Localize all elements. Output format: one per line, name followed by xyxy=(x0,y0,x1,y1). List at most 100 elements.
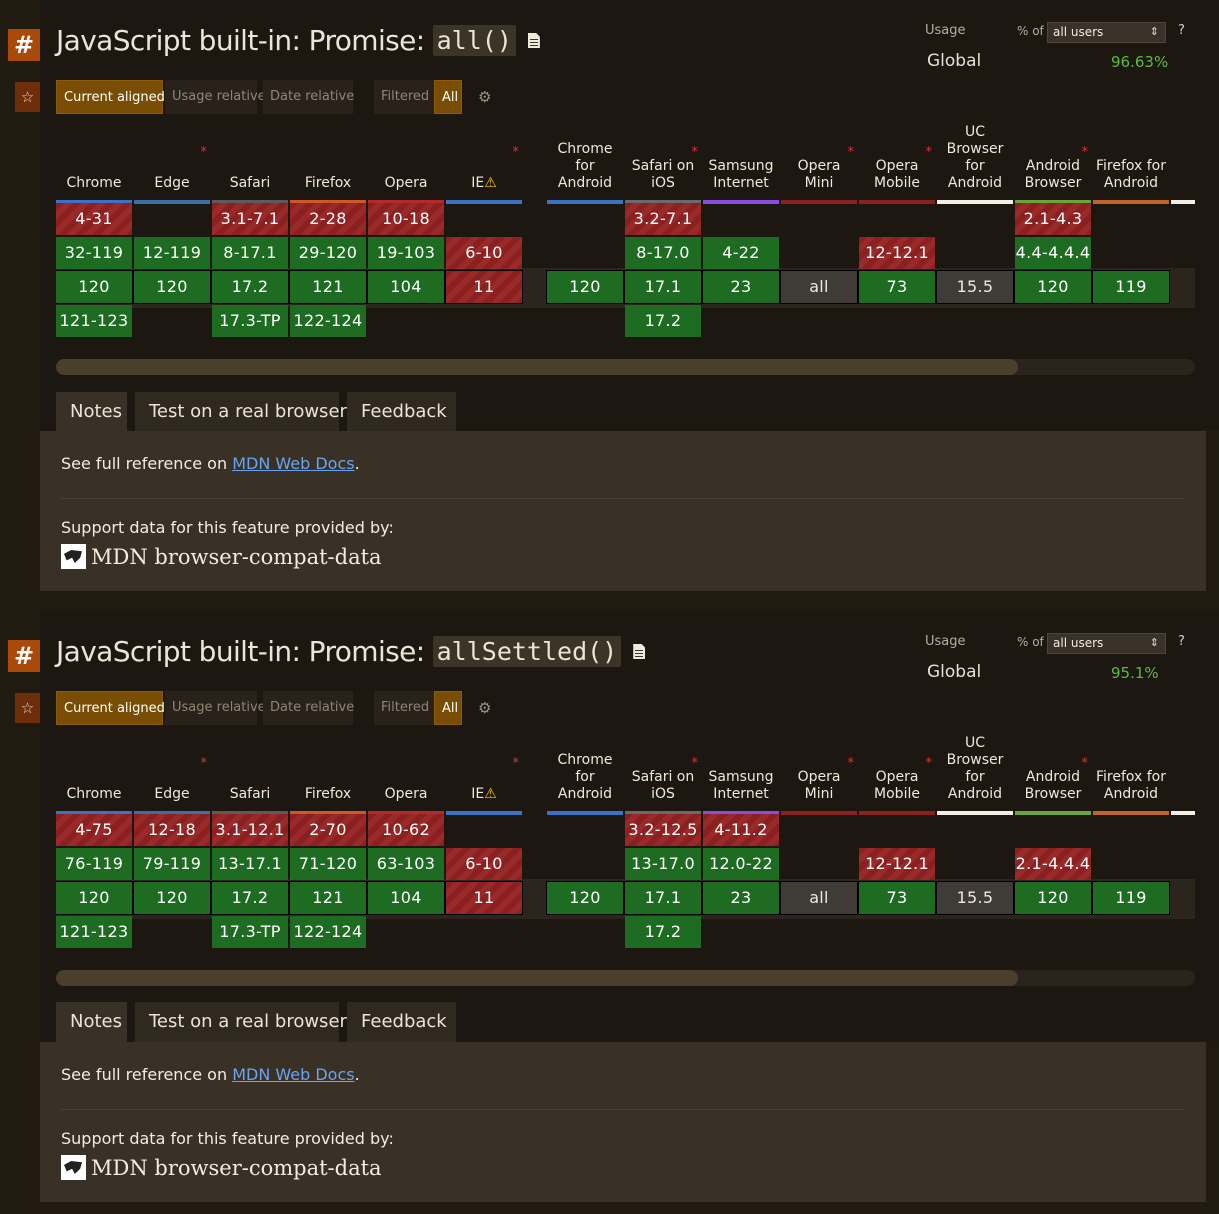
tab-test-real-browser[interactable]: Test on a real browser xyxy=(135,392,347,432)
support-cell[interactable]: 120 xyxy=(56,881,133,915)
support-cell[interactable]: 121-123 xyxy=(56,916,132,948)
support-cell[interactable]: 121-123 xyxy=(56,305,132,337)
support-cell[interactable]: 2-70 xyxy=(290,814,366,846)
support-cell[interactable]: 121 xyxy=(289,881,367,915)
tab-notes[interactable]: Notes xyxy=(56,1002,127,1042)
help-icon[interactable]: ? xyxy=(1178,634,1185,649)
filtered-button[interactable]: Filtered xyxy=(374,691,434,725)
support-cell[interactable]: 23 xyxy=(702,881,780,915)
support-cell[interactable]: all xyxy=(780,270,858,304)
support-cell[interactable]: 3.2-7.1 xyxy=(625,203,701,235)
support-cell[interactable]: 73 xyxy=(858,270,936,304)
support-cell[interactable]: 13-17.1 xyxy=(212,848,288,880)
support-cell[interactable]: 120 xyxy=(1014,881,1092,915)
support-cell[interactable]: 32-119 xyxy=(56,237,132,269)
support-cell[interactable]: 120 xyxy=(546,881,624,915)
filter-all-button[interactable]: All xyxy=(434,691,462,725)
anchor-link-button[interactable]: # xyxy=(8,29,40,61)
support-cell[interactable]: 17.3-TP xyxy=(212,916,288,948)
settings-gear-icon[interactable]: ⚙ xyxy=(478,89,494,105)
support-cell[interactable]: 17.1 xyxy=(624,270,702,304)
view-current-aligned-button[interactable]: Current aligned xyxy=(56,691,165,725)
support-cell[interactable]: 2.1-4.3 xyxy=(1015,203,1091,235)
support-cell[interactable]: 19-103 xyxy=(368,237,444,269)
support-cell[interactable]: 120 xyxy=(133,270,211,304)
scrollbar-thumb[interactable] xyxy=(56,970,1018,986)
support-cell[interactable]: 10-18 xyxy=(368,203,444,235)
star-icon[interactable]: ☆ xyxy=(15,82,40,112)
users-select[interactable]: all users xyxy=(1047,22,1166,43)
users-select[interactable]: all users xyxy=(1047,633,1166,654)
support-cell[interactable]: 79-119 xyxy=(134,848,210,880)
support-cell[interactable]: 71-120 xyxy=(290,848,366,880)
support-cell[interactable]: 6-10 xyxy=(446,237,522,269)
support-cell[interactable]: 4-11.2 xyxy=(703,814,779,846)
support-cell[interactable]: 121 xyxy=(289,270,367,304)
support-cell[interactable]: 17.2 xyxy=(625,305,701,337)
support-cell[interactable]: 29-120 xyxy=(290,237,366,269)
scrollbar-thumb[interactable] xyxy=(56,359,1018,375)
star-icon[interactable]: ☆ xyxy=(15,693,40,723)
support-cell[interactable]: 12.0-22 xyxy=(703,848,779,880)
support-cell[interactable]: 4.4-4.4.4 xyxy=(1015,237,1091,269)
support-cell[interactable]: 120 xyxy=(133,881,211,915)
support-cell[interactable]: 3.1-7.1 xyxy=(212,203,288,235)
view-date-relative-button[interactable]: Date relative xyxy=(263,80,354,114)
support-cell[interactable]: 6-10 xyxy=(446,848,522,880)
support-cell[interactable]: 76-119 xyxy=(56,848,132,880)
support-cell[interactable]: 12-18 xyxy=(134,814,210,846)
document-icon[interactable] xyxy=(633,644,646,659)
help-icon[interactable]: ? xyxy=(1178,23,1185,38)
support-cell[interactable]: 2.1-4.4.4 xyxy=(1015,848,1091,880)
view-current-aligned-button[interactable]: Current aligned xyxy=(56,80,165,114)
filter-all-button[interactable]: All xyxy=(434,80,462,114)
support-cell[interactable]: 3.2-12.5 xyxy=(625,814,701,846)
support-cell[interactable]: all xyxy=(780,881,858,915)
support-cell[interactable]: 11 xyxy=(445,881,523,915)
support-cell[interactable]: 10-62 xyxy=(368,814,444,846)
support-cell[interactable]: 120 xyxy=(1014,270,1092,304)
support-cell[interactable]: 17.2 xyxy=(625,916,701,948)
view-date-relative-button[interactable]: Date relative xyxy=(263,691,354,725)
support-cell[interactable]: 8-17.0 xyxy=(625,237,701,269)
support-cell[interactable]: 23 xyxy=(702,270,780,304)
support-cell[interactable]: 104 xyxy=(367,270,445,304)
horizontal-scrollbar[interactable] xyxy=(56,359,1195,375)
support-cell[interactable]: 12-119 xyxy=(134,237,210,269)
settings-gear-icon[interactable]: ⚙ xyxy=(478,700,494,716)
support-cell[interactable]: 17.1 xyxy=(624,881,702,915)
tab-feedback[interactable]: Feedback xyxy=(347,1002,456,1042)
support-cell[interactable]: 73 xyxy=(858,881,936,915)
support-cell[interactable]: 122-124 xyxy=(290,916,366,948)
support-cell[interactable]: 119 xyxy=(1092,270,1170,304)
support-cell[interactable]: 17.2 xyxy=(211,881,289,915)
support-cell[interactable]: 12-12.1 xyxy=(859,237,935,269)
support-cell[interactable]: 4-31 xyxy=(56,203,132,235)
support-cell[interactable]: 15.5 xyxy=(936,270,1014,304)
mdn-docs-link[interactable]: MDN Web Docs xyxy=(232,1065,354,1084)
tab-notes[interactable]: Notes xyxy=(56,392,127,432)
support-cell[interactable]: 17.2 xyxy=(211,270,289,304)
support-cell[interactable]: 119 xyxy=(1092,881,1170,915)
anchor-link-button[interactable]: # xyxy=(8,640,40,672)
support-cell[interactable]: 104 xyxy=(367,881,445,915)
support-cell[interactable]: 63-103 xyxy=(368,848,444,880)
support-cell[interactable]: 15.5 xyxy=(936,881,1014,915)
support-cell[interactable]: 2-28 xyxy=(290,203,366,235)
support-cell[interactable]: 120 xyxy=(56,270,133,304)
mdn-docs-link[interactable]: MDN Web Docs xyxy=(232,454,354,473)
view-usage-relative-button[interactable]: Usage relative xyxy=(165,80,266,114)
tab-feedback[interactable]: Feedback xyxy=(347,392,456,432)
support-cell[interactable]: 13-17.0 xyxy=(625,848,701,880)
document-icon[interactable] xyxy=(527,33,540,48)
support-cell[interactable]: 3.1-12.1 xyxy=(212,814,288,846)
filtered-button[interactable]: Filtered xyxy=(374,80,434,114)
support-cell[interactable]: 120 xyxy=(546,270,624,304)
support-cell[interactable]: 12-12.1 xyxy=(859,848,935,880)
support-cell[interactable]: 122-124 xyxy=(290,305,366,337)
support-cell[interactable]: 11 xyxy=(445,270,523,304)
view-usage-relative-button[interactable]: Usage relative xyxy=(165,691,266,725)
support-cell[interactable]: 17.3-TP xyxy=(212,305,288,337)
tab-test-real-browser[interactable]: Test on a real browser xyxy=(135,1002,347,1042)
support-cell[interactable]: 4-22 xyxy=(703,237,779,269)
